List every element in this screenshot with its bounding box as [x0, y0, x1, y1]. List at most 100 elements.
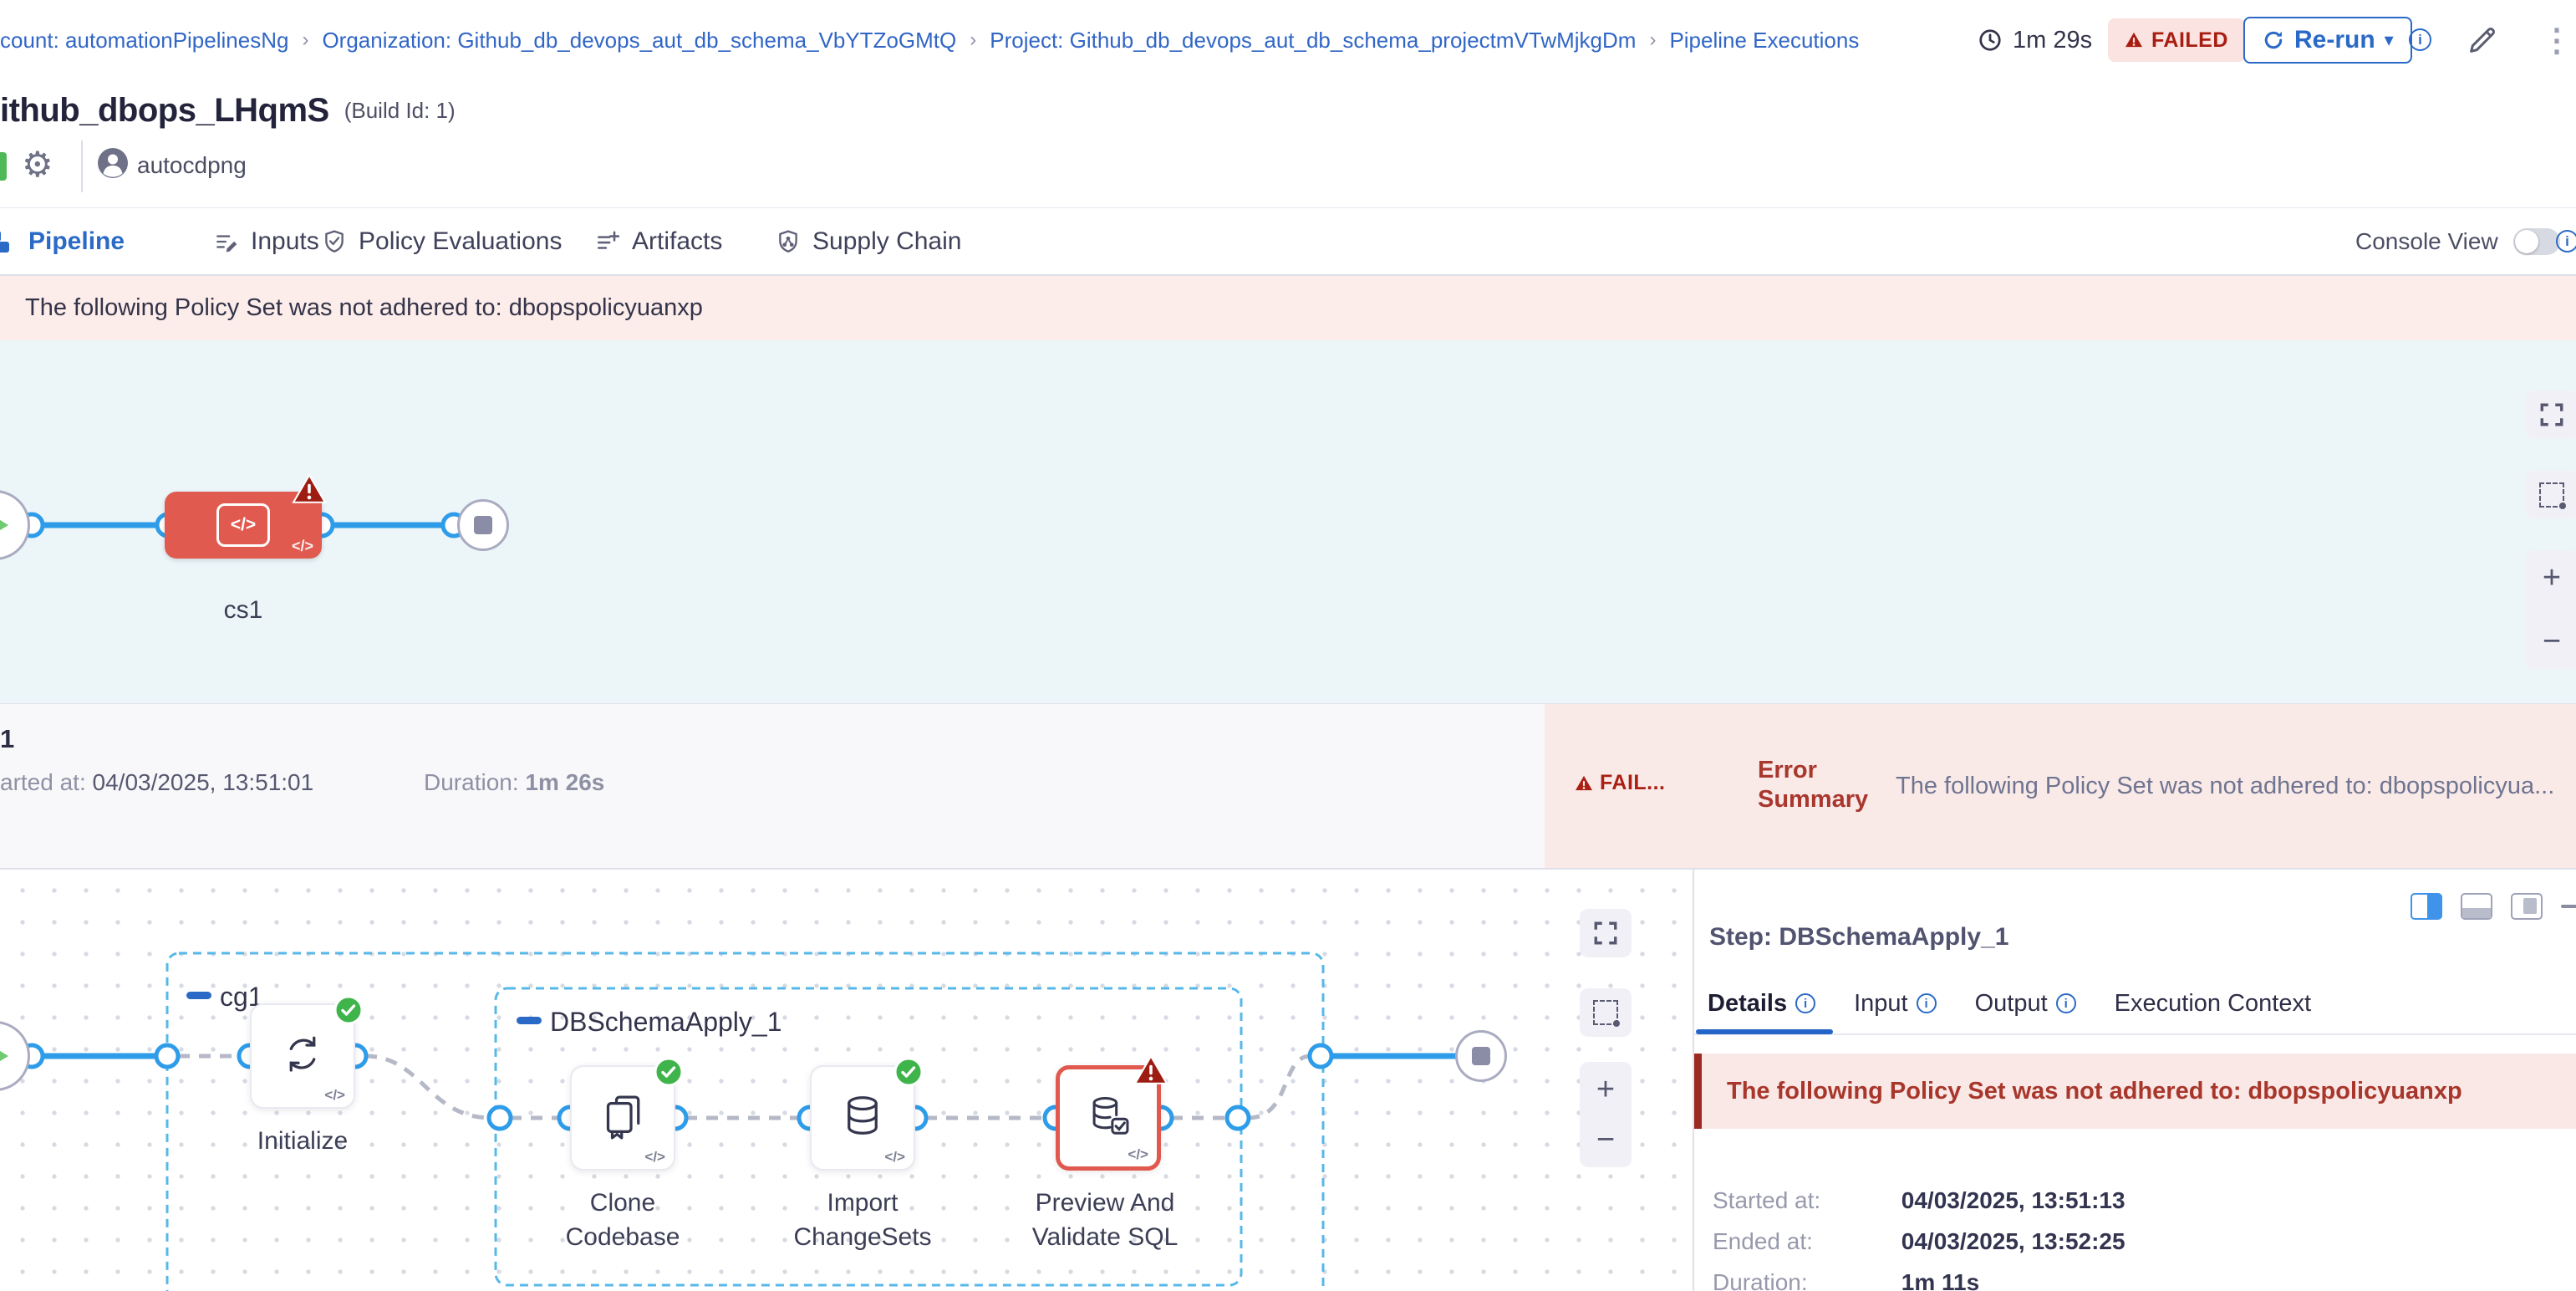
- zoom-in-button[interactable]: +: [1596, 1075, 1615, 1104]
- layout-floating-icon[interactable]: [2511, 893, 2543, 920]
- console-view-toggle[interactable]: [2513, 228, 2560, 255]
- started-at-label: Started at:: [1713, 1187, 1895, 1214]
- started-at-value: 04/03/2025, 13:51:01: [93, 769, 314, 795]
- stage-duration: Duration: 1m 26s: [424, 769, 604, 796]
- inputs-icon: [214, 229, 239, 254]
- status-sliver: [0, 152, 7, 181]
- shield-check-icon: [322, 229, 347, 254]
- step-error-message: The following Policy Set was not adhered…: [1727, 1078, 2462, 1105]
- zoom-in-button[interactable]: +: [2543, 564, 2561, 592]
- detail-row-started: Started at: 04/03/2025, 13:51:13: [1713, 1187, 2125, 1214]
- exec-select-button[interactable]: [1580, 988, 1632, 1037]
- code-glyph: </>: [231, 515, 256, 535]
- code-glyph: </>: [644, 1149, 665, 1166]
- tab-inputs[interactable]: Inputs: [214, 208, 319, 275]
- stage-fail-chip: FAIL...: [1575, 771, 1666, 795]
- meta-bar: ⚙ autocdpng: [0, 140, 2576, 207]
- detail-row-ended: Ended at: 04/03/2025, 13:52:25: [1713, 1228, 2125, 1255]
- tab-inputs-label: Inputs: [251, 227, 319, 256]
- breadcrumb-project[interactable]: Project: Github_db_devops_aut_db_schema_…: [990, 28, 1636, 54]
- breadcrumb-pipeline-executions[interactable]: Pipeline Executions: [1669, 28, 1859, 54]
- elapsed-label: 1m 29s: [2013, 27, 2092, 54]
- stage-node-cs1[interactable]: </> </>: [165, 492, 322, 559]
- exec-end-node: [1455, 1030, 1507, 1082]
- edit-pipeline-icon[interactable]: [2466, 23, 2499, 57]
- elapsed-time: 1m 29s: [1978, 0, 2092, 80]
- started-at-value: 04/03/2025, 13:51:13: [1901, 1187, 2125, 1213]
- clone-icon: [598, 1091, 648, 1141]
- stage-error-section: FAIL... Error Summary The following Poli…: [1545, 704, 2576, 868]
- pipeline-end-node: [457, 499, 509, 551]
- input-info-icon[interactable]: i: [1917, 993, 1937, 1013]
- stop-icon: [1472, 1047, 1490, 1065]
- group-dbschemaapply-collapse-button[interactable]: [517, 1017, 542, 1024]
- pipeline-execution-page: count: automationPipelinesNg › Organizat…: [0, 0, 2576, 1291]
- tab-output[interactable]: Output i: [1975, 990, 2076, 1018]
- tab-input[interactable]: Input i: [1854, 990, 1937, 1018]
- canvas-fullscreen-button[interactable]: [2526, 390, 2576, 439]
- console-view-info-icon[interactable]: i: [2556, 230, 2576, 253]
- tab-execution-context[interactable]: Execution Context: [2115, 990, 2311, 1018]
- group-dbschemaapply-label: DBSchemaApply_1: [550, 1007, 781, 1038]
- pipeline-icon: [0, 227, 17, 256]
- console-view-label: Console View: [2355, 228, 2498, 255]
- tab-artifacts[interactable]: Artifacts: [595, 208, 722, 275]
- duration-value: 1m 26s: [525, 769, 604, 795]
- status-badge: FAILED: [2108, 18, 2245, 62]
- code-glyph: </>: [324, 1087, 345, 1104]
- rerun-button[interactable]: Re-run ▾: [2243, 17, 2412, 64]
- shield-nodes-icon: [776, 229, 801, 254]
- tab-execution-context-label: Execution Context: [2115, 990, 2311, 1018]
- exec-zoom-panel: + −: [1580, 1062, 1632, 1167]
- page-title: ithub_dbops_LHqmS: [0, 92, 329, 130]
- step-node-clone-codebase[interactable]: </>: [570, 1065, 675, 1171]
- step-node-initialize[interactable]: </>: [250, 1003, 355, 1109]
- layout-bottom-icon[interactable]: [2461, 893, 2492, 920]
- play-icon: [0, 512, 8, 538]
- group-cg1-collapse-button[interactable]: [186, 992, 211, 999]
- breadcrumb-separator: ›: [1649, 28, 1656, 52]
- zoom-out-button[interactable]: −: [1596, 1125, 1615, 1154]
- fullscreen-icon: [1592, 920, 1619, 947]
- exec-fullscreen-button[interactable]: [1580, 909, 1632, 957]
- output-info-icon[interactable]: i: [2056, 993, 2076, 1013]
- tab-pipeline[interactable]: Pipeline: [0, 208, 125, 275]
- sync-icon: [277, 1029, 328, 1079]
- toggle-knob: [2515, 230, 2538, 253]
- step-node-preview-validate-sql[interactable]: </>: [1056, 1065, 1161, 1171]
- code-glyph: </>: [1128, 1146, 1148, 1163]
- tab-pipeline-label: Pipeline: [28, 227, 125, 256]
- tab-supply-chain[interactable]: Supply Chain: [776, 208, 961, 275]
- details-info-icon[interactable]: i: [1795, 993, 1815, 1013]
- tab-details[interactable]: Details i: [1708, 990, 1815, 1018]
- tab-policy-evaluations[interactable]: Policy Evaluations: [322, 208, 562, 275]
- step-label-preview-validate-sql: Preview And Validate SQL: [1013, 1186, 1197, 1254]
- policy-banner: The following Policy Set was not adhered…: [0, 276, 2576, 340]
- canvas-zoom-panel: + −: [2526, 550, 2576, 669]
- canvas-select-button[interactable]: [2526, 471, 2576, 519]
- breadcrumb-account[interactable]: count: automationPipelinesNg: [0, 28, 288, 54]
- top-bar: count: automationPipelinesNg › Organizat…: [0, 0, 2576, 80]
- panel-minimize-button[interactable]: [2561, 905, 2576, 908]
- error-summary-message: The following Policy Set was not adhered…: [1896, 773, 2574, 800]
- step-node-import-changesets[interactable]: </>: [810, 1065, 915, 1171]
- more-options-icon[interactable]: ⋮: [2541, 0, 2573, 80]
- started-at-label: arted at:: [0, 769, 86, 795]
- selection-icon: [1593, 1000, 1618, 1025]
- stage-summary-bar: 1 arted at: 04/03/2025, 13:51:01 Duratio…: [0, 703, 2576, 868]
- success-badge-icon: [333, 995, 364, 1025]
- duration-value: 1m 11s: [1901, 1269, 1979, 1291]
- execution-tabs: Pipeline Inputs Policy Evaluations Artif…: [0, 207, 2576, 276]
- duration-label: Duration:: [424, 769, 519, 795]
- step-label-clone-codebase: Clone Codebase: [531, 1186, 715, 1254]
- tab-artifacts-label: Artifacts: [632, 227, 722, 256]
- warning-triangle-icon: [1575, 775, 1593, 792]
- clock-icon: [1978, 28, 2003, 53]
- breadcrumb-organization[interactable]: Organization: Github_db_devops_aut_db_sc…: [322, 28, 956, 54]
- gear-icon[interactable]: ⚙: [22, 144, 53, 185]
- play-icon: [0, 1043, 8, 1069]
- execution-info-icon[interactable]: i: [2409, 28, 2431, 51]
- layout-right-icon[interactable]: [2411, 893, 2442, 920]
- execution-detail-split: cg1 DBSchemaApply_1 </> Initialize </>: [0, 868, 2576, 1291]
- zoom-out-button[interactable]: −: [2543, 627, 2561, 656]
